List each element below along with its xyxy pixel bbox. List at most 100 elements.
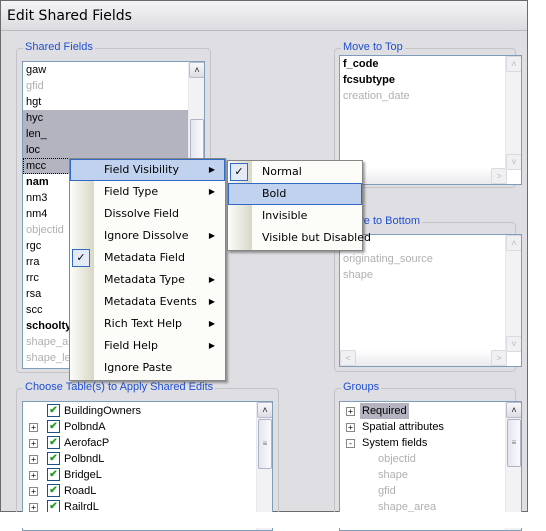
menu-item[interactable]: ✓ Metadata Field [70, 247, 225, 269]
list-item[interactable]: loc [23, 142, 188, 158]
menu-item[interactable]: Metadata Type ▶ [70, 269, 225, 291]
check-icon: ✓ [72, 249, 90, 267]
scroll-up-button[interactable]: ˄ [506, 402, 521, 418]
group-child-name: shape [378, 469, 408, 481]
collapse-icon[interactable]: - [346, 439, 355, 448]
expand-icon[interactable]: + [29, 471, 38, 480]
menu-item[interactable]: Ignore Dissolve ▶ [70, 225, 225, 247]
tree-row[interactable]: + ✔ RoadL [23, 483, 272, 499]
table-name: PolbndL [64, 453, 105, 465]
group-child-row[interactable]: objectid [340, 451, 521, 467]
menu-item[interactable]: Bold [228, 183, 362, 205]
checkbox[interactable]: ✔ [47, 484, 60, 497]
tree-row[interactable]: + ✔ PolbndL [23, 451, 272, 467]
expand-icon[interactable]: + [29, 487, 38, 496]
menu-item-label: Metadata Field [104, 251, 185, 264]
checkbox[interactable]: ✔ [47, 452, 60, 465]
move-to-bottom-vscrollbar[interactable]: ˄ ˅ [505, 235, 521, 352]
move-to-bottom-list[interactable]: originating_source shape ˄ ˅ < > [339, 234, 522, 367]
menu-item[interactable]: Field Visibility ▶ [70, 159, 225, 181]
list-item[interactable]: len_ [23, 126, 188, 142]
menu-item-label: Metadata Type [104, 273, 185, 286]
expand-icon[interactable]: + [346, 407, 355, 416]
scroll-up-icon: ˄ [194, 65, 200, 75]
scroll-down-icon: ˅ [511, 157, 517, 167]
expand-icon[interactable]: + [29, 455, 38, 464]
scroll-up-button[interactable]: ˄ [506, 235, 521, 251]
tree-row[interactable]: + ✔ AerofacP [23, 435, 272, 451]
expand-icon[interactable]: + [346, 423, 355, 432]
scroll-down-icon: ˅ [511, 339, 517, 349]
move-to-top-hscrollbar[interactable]: > [340, 168, 507, 184]
list-item[interactable]: gaw [23, 62, 188, 78]
checkbox[interactable]: ✔ [47, 436, 60, 449]
scroll-up-button[interactable]: ˄ [189, 62, 204, 78]
group-child-row[interactable]: gfid [340, 483, 521, 499]
menu-item-label: Ignore Dissolve [104, 229, 189, 242]
list-item[interactable]: creation_date [340, 88, 505, 104]
submenu-arrow-icon: ▶ [208, 297, 215, 306]
list-item[interactable]: f_code [340, 56, 505, 72]
menu-item[interactable]: Metadata Events ▶ [70, 291, 225, 313]
grip-icon: ≡ [262, 439, 268, 448]
tables-scrollbar[interactable]: ˄ ≡ [256, 402, 272, 530]
checkbox[interactable]: ✔ [47, 468, 60, 481]
scroll-left-button[interactable]: < [340, 350, 356, 366]
scroll-thumb[interactable]: ≡ [258, 419, 272, 469]
menu-item-label: Metadata Events [104, 295, 197, 308]
move-to-top-list[interactable]: f_code fcsubtype creation_date ˄ ˅ > [339, 55, 522, 185]
expand-icon[interactable]: + [29, 439, 38, 448]
submenu-arrow-icon: ▶ [208, 275, 215, 284]
scroll-thumb[interactable]: ≡ [507, 419, 521, 467]
tree-row[interactable]: + ✔ BridgeL [23, 467, 272, 483]
list-item[interactable]: hgt [23, 94, 188, 110]
field-visibility-submenu: ✓ Normal Bold Invisible Visible but Disabled [227, 160, 371, 251]
scroll-up-button[interactable]: ˄ [257, 402, 272, 418]
move-to-top-label: Move to Top [341, 41, 405, 53]
shared-fields-label: Shared Fields [23, 41, 95, 53]
menu-item[interactable]: Field Help ▶ [70, 335, 225, 357]
groups-label: Groups [341, 381, 382, 393]
table-name: BuildingOwners [64, 405, 142, 417]
list-item[interactable]: gfid [23, 78, 188, 94]
menu-item-label: Rich Text Help [104, 317, 183, 330]
menu-item[interactable]: Ignore Paste [70, 357, 225, 379]
menu-item[interactable]: Invisible [228, 205, 362, 227]
submenu-arrow-icon: ▶ [208, 341, 215, 350]
group-row[interactable]: + Spatial attributes [340, 419, 521, 435]
submenu-arrow-icon: ▶ [208, 187, 215, 196]
list-item[interactable]: shape [340, 267, 505, 283]
scroll-right-icon: > [496, 171, 502, 181]
checkbox[interactable]: ✔ [47, 420, 60, 433]
expand-icon[interactable]: + [29, 423, 38, 432]
table-name: AerofacP [64, 437, 110, 449]
menu-item[interactable]: Rich Text Help ▶ [70, 313, 225, 335]
tree-row[interactable]: ✔ BuildingOwners [23, 403, 272, 419]
checkbox[interactable]: ✔ [47, 404, 60, 417]
scroll-up-button[interactable]: ˄ [506, 56, 521, 72]
group-name: Spatial attributes [362, 421, 444, 433]
scroll-down-button[interactable]: ˅ [506, 154, 521, 170]
groups-scrollbar[interactable]: ˄ ≡ [505, 402, 521, 530]
group-row[interactable]: - System fields [340, 435, 521, 451]
group-row[interactable]: + Required [340, 403, 521, 419]
scroll-right-button[interactable]: > [491, 350, 507, 366]
menu-item[interactable]: Field Type ▶ [70, 181, 225, 203]
scroll-right-button[interactable]: > [491, 168, 507, 184]
move-to-top-vscrollbar[interactable]: ˄ ˅ [505, 56, 521, 170]
menu-item[interactable]: Dissolve Field [70, 203, 225, 225]
list-item[interactable]: fcsubtype [340, 72, 505, 88]
menu-item[interactable]: ✓ Normal [228, 161, 362, 183]
scroll-down-button[interactable]: ˅ [506, 336, 521, 352]
group-child-row[interactable]: shape [340, 467, 521, 483]
list-item[interactable]: hyc [23, 110, 188, 126]
move-to-bottom-hscrollbar[interactable]: < > [340, 350, 507, 366]
check-icon: ✓ [230, 163, 248, 181]
table-name: RoadL [64, 485, 97, 497]
group-name: System fields [362, 437, 428, 449]
tree-row[interactable]: + ✔ PolbndA [23, 419, 272, 435]
menu-item-label: Field Help [104, 339, 158, 352]
menu-item[interactable]: Visible but Disabled [228, 227, 371, 249]
expand-icon[interactable]: + [29, 503, 38, 512]
list-item[interactable]: originating_source [340, 251, 505, 267]
